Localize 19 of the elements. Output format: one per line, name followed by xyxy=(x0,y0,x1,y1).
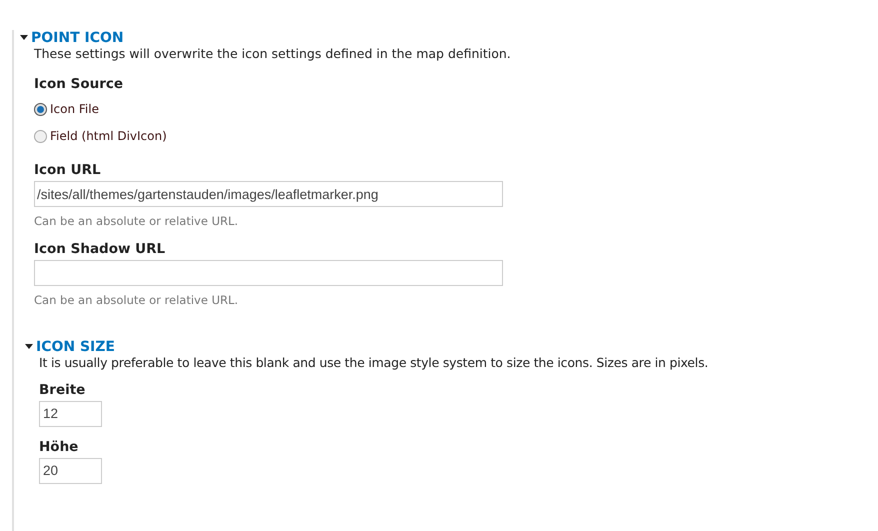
text-field[interactable]: /sites/all/themes/gartenstauden/images/leafletmarker.png xyxy=(34,181,503,208)
number-field[interactable]: 20 xyxy=(39,458,102,484)
radio-label[interactable]: Field (html DivIcon) xyxy=(50,127,167,146)
field-label: Icon Source xyxy=(34,75,124,94)
help-text: Can be an absolute or relative URL. xyxy=(34,213,240,230)
section-link[interactable]: ICON SIZE xyxy=(36,338,115,355)
radio-button[interactable] xyxy=(34,102,47,116)
number-field[interactable]: 12 xyxy=(39,400,102,427)
field-label: Höhe xyxy=(39,438,80,455)
radio-button[interactable] xyxy=(34,130,47,143)
section-description: These settings will overwrite the icon settings defined in the map definition. xyxy=(34,46,512,61)
field-label: Breite xyxy=(39,382,86,398)
field-label: Icon URL xyxy=(34,162,102,178)
section-description: It is usually preferable to leave this blank and use the image style system to size the icons. Sizes are in pixels. xyxy=(39,354,710,370)
field-label: Icon Shadow URL xyxy=(34,240,166,256)
section-link[interactable]: POINT ICON xyxy=(31,30,124,46)
radio-label[interactable]: Icon File xyxy=(50,100,99,118)
help-text: Can be an absolute or relative URL. xyxy=(34,292,240,308)
text-field[interactable] xyxy=(34,260,503,286)
